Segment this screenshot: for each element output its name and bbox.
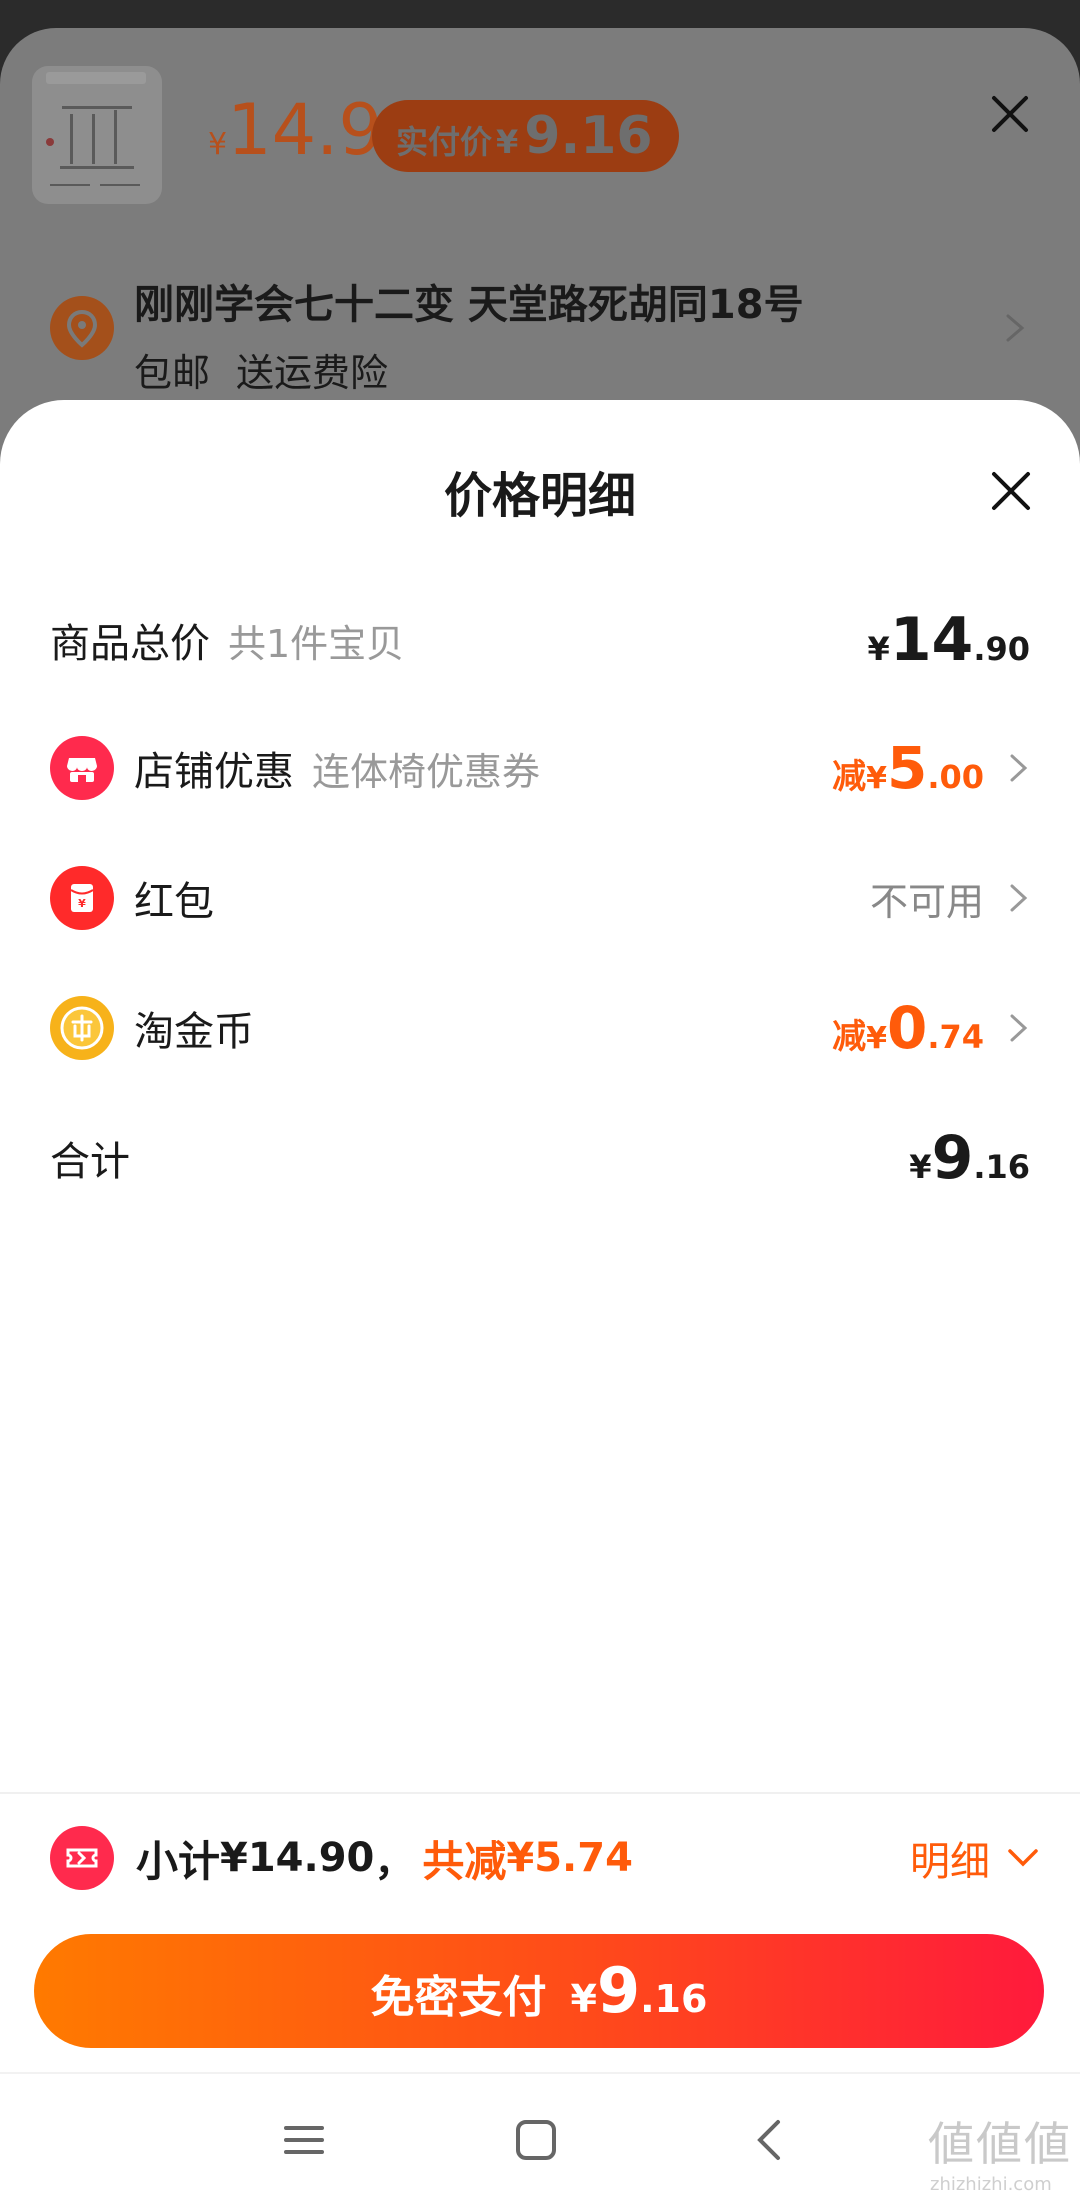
background-paid-price-badge: 实付价 ¥ 9.16: [372, 100, 679, 172]
red-packet-status: 不可用: [869, 879, 984, 924]
shipping-tag: 送运费险: [236, 351, 389, 395]
watermark-url: zhizhizhi.com: [930, 2174, 1052, 2195]
chevron-down-icon: [1008, 1849, 1038, 1867]
coin-discount-amount: 减 ¥0.74: [832, 994, 984, 1062]
subtotal-label: 小计: [136, 1836, 221, 1886]
row-label: 红包: [134, 879, 214, 925]
goods-total-price: ¥14.90: [867, 605, 1030, 675]
background-shipping-tags: 包邮 送运费险: [134, 342, 388, 397]
summary-bar: 小计 ¥14.90 ， 共减 ¥5.74 明细: [50, 1818, 1040, 1898]
detail-label: 明细: [910, 1839, 990, 1885]
ticket-icon: [50, 1826, 114, 1890]
coin-icon: [50, 996, 114, 1060]
shop-icon: [50, 736, 114, 800]
password-free-pay-button[interactable]: 免密支付 ¥9.16: [34, 1934, 1044, 2048]
home-icon[interactable]: [506, 2110, 566, 2170]
summary-divider: [0, 1792, 1080, 1794]
pay-int: 9: [596, 1954, 641, 2027]
row-taobao-coins[interactable]: 淘金币 减 ¥0.74: [50, 988, 1030, 1068]
pay-dec: .16: [640, 1977, 708, 2021]
pay-button-label: 免密支付: [370, 1972, 547, 2023]
row-shop-discount[interactable]: 店铺优惠 连体椅优惠券 减 ¥5.00: [50, 728, 1030, 808]
recent-apps-icon[interactable]: [274, 2110, 334, 2170]
row-label: 淘金币: [134, 1009, 254, 1055]
shop-discount-amount: 减 ¥5.00: [832, 734, 984, 802]
watermark-logo: 値値値: [928, 2117, 1072, 2171]
sheet-title: 价格明细: [443, 468, 636, 524]
background-address: 刚刚学会七十二变 天堂路死胡同18号: [134, 282, 804, 328]
chevron-right-icon: [1010, 754, 1028, 782]
subtotal-value: ¥14.90: [220, 1835, 375, 1881]
shipping-tag: 包邮: [134, 351, 211, 395]
pay-currency: ¥: [570, 1977, 597, 2021]
row-label: 店铺优惠: [134, 749, 294, 795]
row-total: 合计 ¥9.16: [50, 1118, 1030, 1198]
system-navigation-bar: [0, 2072, 1080, 2203]
row-label: 合计: [50, 1139, 130, 1185]
red-packet-icon: ¥: [50, 866, 114, 930]
close-icon[interactable]: [984, 464, 1038, 518]
row-red-packet[interactable]: ¥ 红包 不可用: [50, 858, 1030, 938]
discount-value: ¥5.74: [506, 1835, 633, 1881]
row-sub: 共1件宝贝: [228, 621, 405, 666]
discount-label: 共减: [422, 1836, 507, 1886]
price-detail-sheet: 价格明细 商品总价 共1件宝贝 ¥14.90 店铺优惠 连体椅优惠券 减 ¥5.0…: [0, 400, 1080, 2203]
chevron-right-icon: [1010, 884, 1028, 912]
row-sub: 连体椅优惠券: [312, 749, 541, 794]
background-close-icon: [992, 96, 1028, 132]
row-goods-total: 商品总价 共1件宝贝 ¥14.90: [50, 600, 1030, 680]
back-icon[interactable]: [740, 2110, 800, 2170]
product-thumbnail: [32, 66, 162, 204]
detail-toggle[interactable]: 明细: [910, 1829, 1040, 1887]
total-price: ¥9.16: [909, 1123, 1030, 1193]
separator-comma: ，: [374, 1839, 415, 1885]
location-pin-icon: [50, 296, 114, 360]
chevron-right-icon: [1010, 1014, 1028, 1042]
background-chevron-right-icon: [1006, 314, 1025, 342]
background-product-price: ¥14.9: [208, 89, 383, 171]
row-label: 商品总价: [50, 621, 210, 667]
svg-text:¥: ¥: [78, 897, 86, 910]
